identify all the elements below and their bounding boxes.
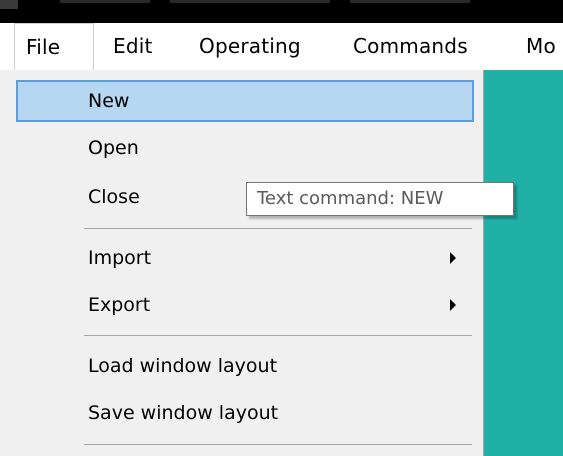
menu-item-open[interactable]: Open <box>16 127 474 169</box>
menu-file[interactable]: File <box>14 23 94 70</box>
menu-item-label: Import <box>88 247 152 269</box>
menu-item-label: Export <box>88 294 151 316</box>
file-dropdown-menu: New Open Close Import Export Load window… <box>0 70 484 456</box>
menu-item-export[interactable]: Export <box>16 284 474 326</box>
menu-commands[interactable]: Commands <box>353 23 468 70</box>
workspace-canvas <box>476 70 563 456</box>
app-icon <box>0 0 18 9</box>
menu-item-save-window-layout[interactable]: Save window layout <box>16 392 474 434</box>
menu-separator <box>84 335 472 336</box>
menu-item-label: New <box>88 90 130 112</box>
menu-separator <box>84 228 472 229</box>
title-text-fragment <box>170 0 330 3</box>
title-text-fragment <box>60 0 150 3</box>
menu-item-label: Open <box>88 137 139 159</box>
menu-item-label: Save window layout <box>88 402 279 424</box>
menu-item-load-window-layout[interactable]: Load window layout <box>16 345 474 387</box>
menu-edit[interactable]: Edit <box>113 23 153 70</box>
tooltip: Text command: NEW <box>246 182 514 216</box>
menu-bar: File Edit Operating Commands Mo <box>0 23 563 70</box>
menu-separator <box>84 444 472 445</box>
menu-item-label: Load window layout <box>88 355 278 377</box>
menu-item-import[interactable]: Import <box>16 237 474 279</box>
menu-mo-truncated[interactable]: Mo <box>526 23 556 70</box>
menu-item-new[interactable]: New <box>16 80 474 122</box>
menu-item-label: Close <box>88 186 140 208</box>
title-text-fragment <box>350 0 470 3</box>
submenu-arrow-icon <box>450 252 456 264</box>
title-bar <box>0 0 563 23</box>
submenu-arrow-icon <box>450 299 456 311</box>
menu-operating[interactable]: Operating <box>199 23 301 70</box>
